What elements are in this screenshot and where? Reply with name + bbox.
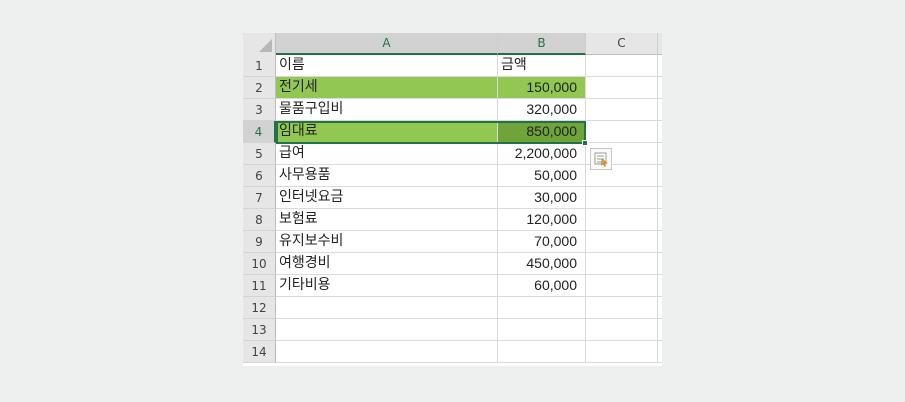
- cell-amount[interactable]: 30,000: [498, 187, 586, 209]
- cell-name[interactable]: 기타비용: [276, 275, 498, 297]
- cell-empty[interactable]: [586, 99, 658, 121]
- quick-analysis-icon: [594, 152, 608, 167]
- cell-name[interactable]: 인터넷요금: [276, 187, 498, 209]
- fill-handle[interactable]: [582, 140, 588, 146]
- cell-empty[interactable]: [658, 275, 662, 297]
- row-header[interactable]: 5: [243, 143, 276, 165]
- cell-empty[interactable]: [586, 231, 658, 253]
- cell-name[interactable]: 사무용품: [276, 165, 498, 187]
- column-header-b[interactable]: B: [498, 33, 586, 55]
- cell-empty[interactable]: [658, 231, 662, 253]
- cell-amount[interactable]: [498, 297, 586, 319]
- cell-name[interactable]: 급여: [276, 143, 498, 165]
- cell-empty[interactable]: [658, 187, 662, 209]
- cell-empty[interactable]: [586, 275, 658, 297]
- cell-empty[interactable]: [586, 297, 658, 319]
- cell-amount[interactable]: 2,200,000: [498, 143, 586, 165]
- select-all-button[interactable]: [243, 33, 276, 55]
- column-header-d[interactable]: [658, 33, 662, 55]
- quick-analysis-button[interactable]: [590, 148, 612, 170]
- cell-empty[interactable]: [586, 187, 658, 209]
- cell-empty[interactable]: [658, 55, 662, 77]
- cell-amount[interactable]: 320,000: [498, 99, 586, 121]
- spreadsheet-grid: ABC 1 이름 금액 2 전기세 150,000 3 물품구입비 320,000 4 임대료 850…: [243, 33, 662, 366]
- cell-amount[interactable]: 금액: [498, 55, 586, 77]
- row-header[interactable]: 6: [243, 165, 276, 187]
- row-header[interactable]: 2: [243, 77, 276, 99]
- cell-empty[interactable]: [586, 253, 658, 275]
- cell-empty[interactable]: [658, 253, 662, 275]
- cell-name[interactable]: 유지보수비: [276, 231, 498, 253]
- row-header[interactable]: 13: [243, 319, 276, 341]
- column-header-a[interactable]: A: [276, 33, 498, 55]
- cell-name[interactable]: 물품구입비: [276, 99, 498, 121]
- cell-name[interactable]: 여행경비: [276, 253, 498, 275]
- cell-amount[interactable]: 50,000: [498, 165, 586, 187]
- cell-name[interactable]: 임대료: [276, 121, 498, 143]
- cell-empty[interactable]: [658, 143, 662, 165]
- cell-amount[interactable]: 60,000: [498, 275, 586, 297]
- cell-empty[interactable]: [658, 319, 662, 341]
- cell-name[interactable]: [276, 297, 498, 319]
- row-header[interactable]: 7: [243, 187, 276, 209]
- cell-empty[interactable]: [586, 209, 658, 231]
- cell-name[interactable]: 이름: [276, 55, 498, 77]
- select-all-icon: [259, 39, 272, 52]
- row-header[interactable]: 8: [243, 209, 276, 231]
- cell-name[interactable]: [276, 341, 498, 363]
- row-header[interactable]: 14: [243, 341, 276, 363]
- cell-amount[interactable]: 450,000: [498, 253, 586, 275]
- cell-empty[interactable]: [658, 297, 662, 319]
- cell-amount[interactable]: 120,000: [498, 209, 586, 231]
- cell-empty[interactable]: [658, 77, 662, 99]
- cell-amount[interactable]: [498, 341, 586, 363]
- row-header[interactable]: 3: [243, 99, 276, 121]
- cell-empty[interactable]: [658, 341, 662, 363]
- cell-amount[interactable]: 850,000: [498, 121, 586, 143]
- cell-amount[interactable]: [498, 319, 586, 341]
- row-header[interactable]: 1: [243, 55, 276, 77]
- cell-empty[interactable]: [658, 165, 662, 187]
- cell-empty[interactable]: [586, 319, 658, 341]
- cell-amount[interactable]: 70,000: [498, 231, 586, 253]
- row-header[interactable]: 9: [243, 231, 276, 253]
- cell-name[interactable]: [276, 319, 498, 341]
- row-header[interactable]: 4: [243, 121, 276, 143]
- cell-empty[interactable]: [586, 121, 658, 143]
- row-header[interactable]: 10: [243, 253, 276, 275]
- column-header-c[interactable]: C: [586, 33, 658, 55]
- cell-empty[interactable]: [586, 77, 658, 99]
- row-header[interactable]: 12: [243, 297, 276, 319]
- cell-name[interactable]: 보험료: [276, 209, 498, 231]
- cell-empty[interactable]: [586, 55, 658, 77]
- row-header[interactable]: 11: [243, 275, 276, 297]
- cell-amount[interactable]: 150,000: [498, 77, 586, 99]
- cell-empty[interactable]: [658, 209, 662, 231]
- cell-name[interactable]: 전기세: [276, 77, 498, 99]
- cell-empty[interactable]: [658, 99, 662, 121]
- cell-empty[interactable]: [658, 121, 662, 143]
- cell-empty[interactable]: [586, 341, 658, 363]
